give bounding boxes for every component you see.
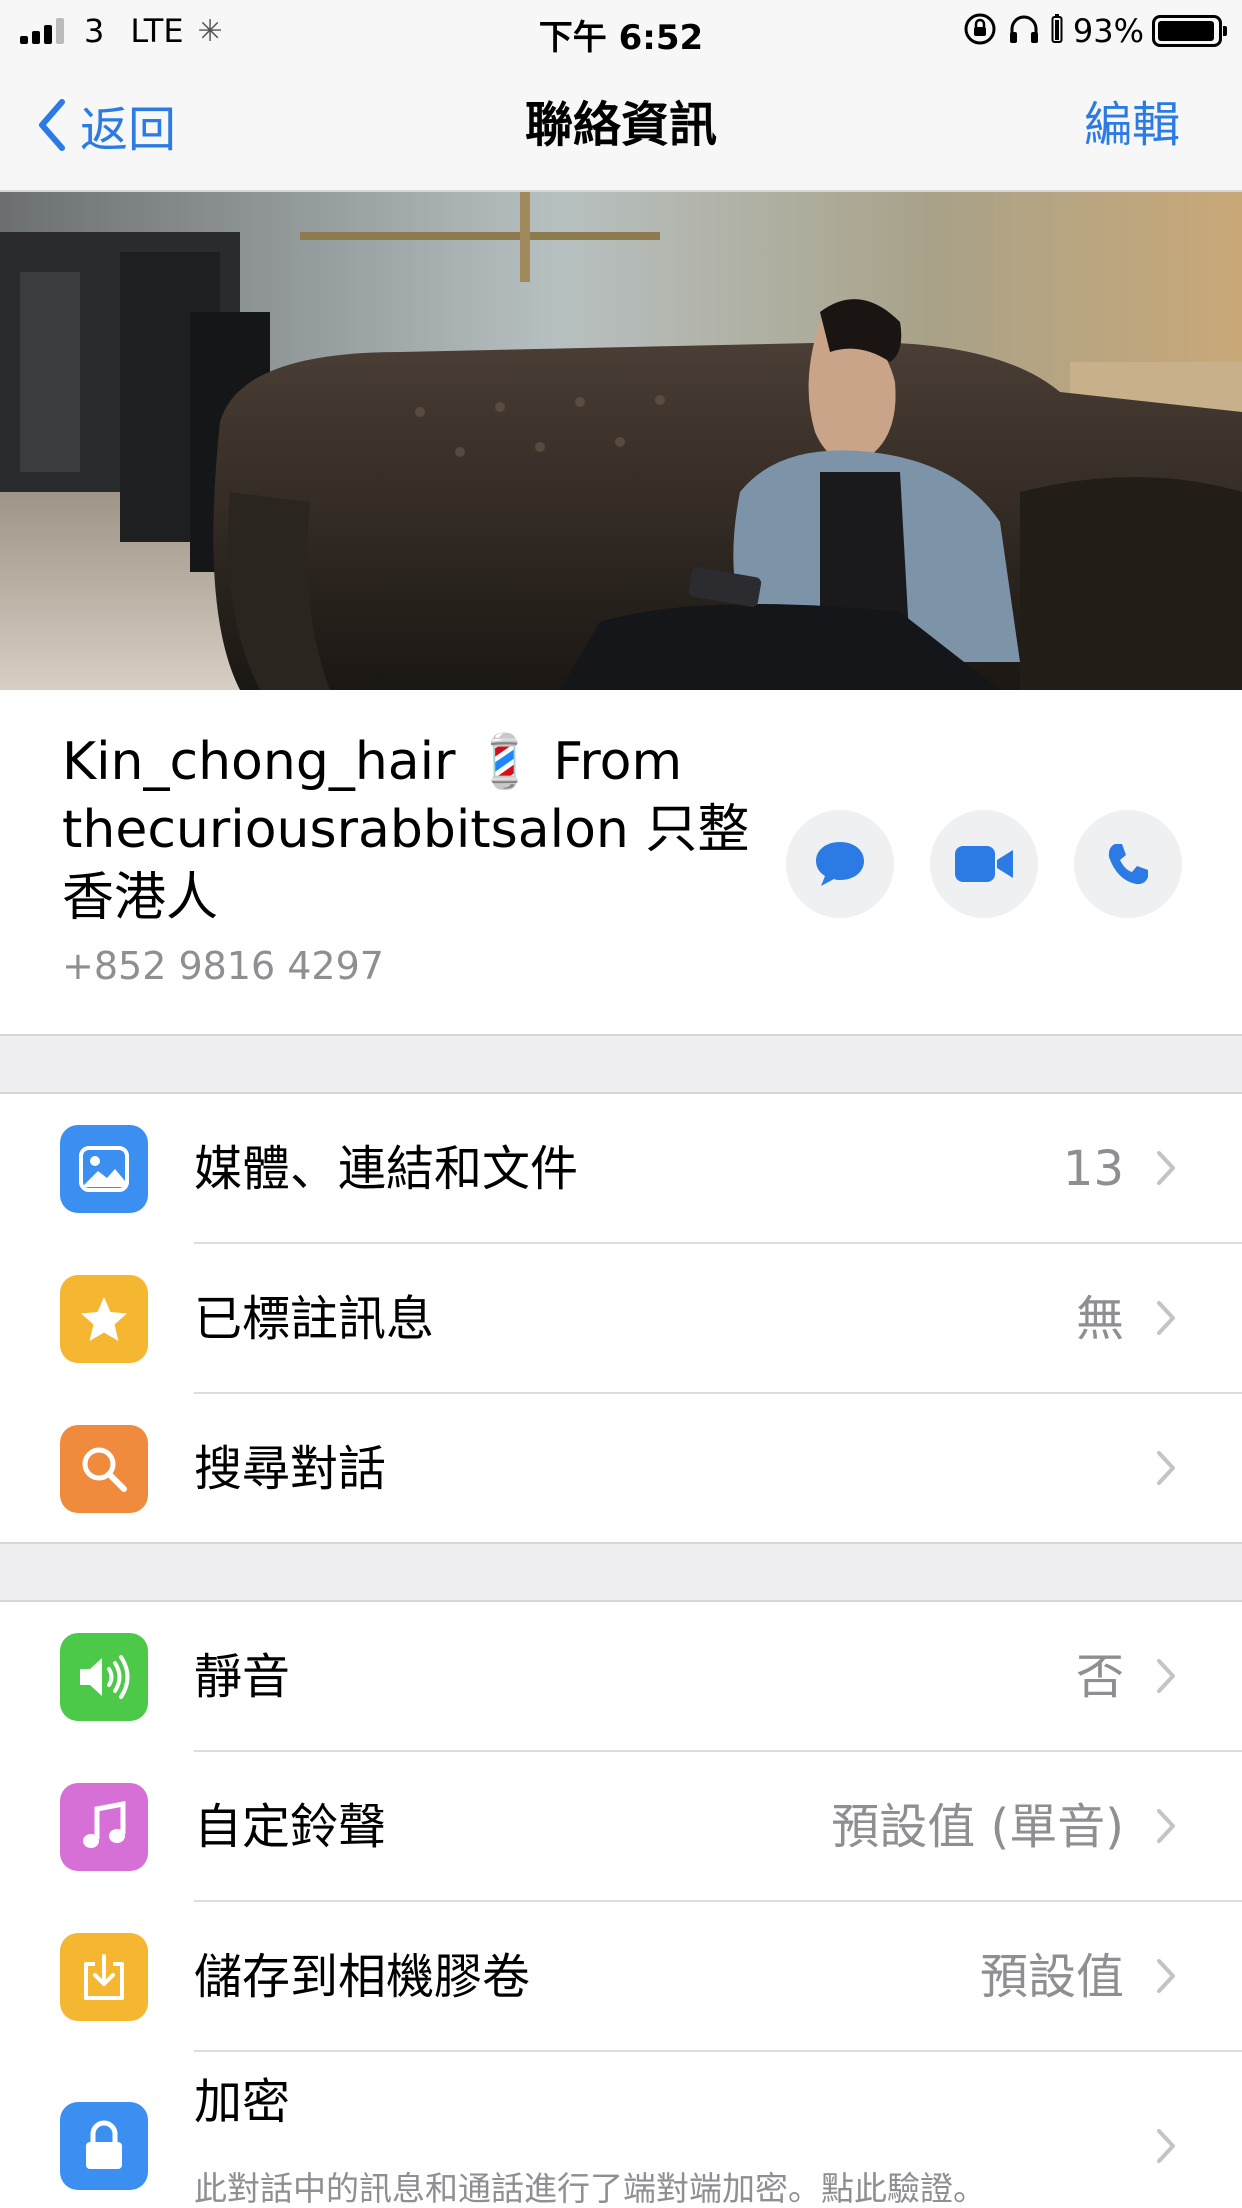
lock-icon: [60, 2102, 148, 2190]
chevron-right-icon: [1157, 2129, 1175, 2163]
music-icon: [60, 1783, 148, 1871]
row-value: 預設值: [979, 1949, 1124, 2005]
voice-call-button[interactable]: [1074, 810, 1182, 918]
row-value: 預設值 (單音): [831, 1799, 1124, 1855]
media-links-docs-row[interactable]: 媒體、連結和文件 13: [0, 1094, 1242, 1244]
row-label: 搜尋對話: [194, 1441, 387, 1497]
encryption-row[interactable]: 加密 此對話中的訊息和通話進行了端對端加密。點此驗證。: [0, 2052, 1242, 2208]
search-chat-row[interactable]: 搜尋對話: [0, 1394, 1242, 1542]
navigation-bar: 返回 聯絡資訊 編輯: [0, 62, 1242, 192]
chevron-right-icon: [1157, 1809, 1175, 1843]
photo-icon: [60, 1125, 148, 1213]
video-call-icon: [955, 846, 1013, 882]
chevron-right-icon: [1157, 1151, 1175, 1185]
row-value: 否: [1075, 1649, 1124, 1705]
row-label: 靜音: [194, 1649, 291, 1705]
profile-photo-image: [0, 192, 1242, 690]
section-gap: [0, 1034, 1242, 1094]
row-label: 媒體、連結和文件: [194, 1141, 579, 1197]
contact-phone[interactable]: +852 9816 4297: [62, 944, 384, 988]
save-to-camera-roll-row[interactable]: 儲存到相機膠卷 預設值: [0, 1902, 1242, 2052]
row-label: 自定鈴聲: [194, 1799, 387, 1855]
edit-button[interactable]: 編輯: [1084, 92, 1180, 158]
battery-icon: [1152, 15, 1227, 47]
chevron-right-icon: [1157, 1301, 1175, 1335]
row-value: 13: [1062, 1141, 1124, 1197]
orientation-lock-icon: [963, 12, 997, 50]
encryption-subtitle: 此對話中的訊息和通話進行了端對端加密。點此驗證。: [194, 2169, 986, 2208]
row-label: 加密: [194, 2074, 291, 2130]
message-button[interactable]: [786, 810, 894, 918]
profile-header: Kin_chong_hair 💈 From thecuriousrabbitsa…: [0, 690, 1242, 1034]
status-bar: 3 LTE ✳ 下午 6:52 93%: [0, 0, 1242, 62]
mute-row[interactable]: 靜音 否: [0, 1602, 1242, 1752]
starred-messages-row[interactable]: 已標註訊息 無: [0, 1244, 1242, 1394]
message-icon: [816, 842, 864, 886]
chevron-right-icon: [1157, 1959, 1175, 1993]
status-right: 93%: [963, 10, 1227, 52]
battery-percent: 93%: [1072, 12, 1144, 50]
row-label: 儲存到相機膠卷: [194, 1949, 531, 2005]
page-title: 聯絡資訊: [524, 97, 717, 153]
chevron-right-icon: [1157, 1659, 1175, 1693]
speaker-icon: [60, 1633, 148, 1721]
star-icon: [60, 1275, 148, 1363]
section-gap: [0, 1542, 1242, 1602]
search-icon: [60, 1425, 148, 1513]
row-label: 已標註訊息: [194, 1291, 435, 1347]
video-call-button[interactable]: [930, 810, 1038, 918]
headphone-battery-icon: [1051, 14, 1063, 48]
row-value: 無: [1075, 1291, 1124, 1347]
custom-tone-row[interactable]: 自定鈴聲 預設值 (單音): [0, 1752, 1242, 1902]
chevron-right-icon: [1157, 1451, 1175, 1485]
profile-photo[interactable]: [0, 192, 1242, 690]
phone-icon: [1108, 844, 1148, 885]
download-icon: [60, 1933, 148, 2021]
headphones-icon: [1007, 12, 1041, 50]
contact-name: Kin_chong_hair 💈 From thecuriousrabbitsa…: [62, 732, 750, 928]
